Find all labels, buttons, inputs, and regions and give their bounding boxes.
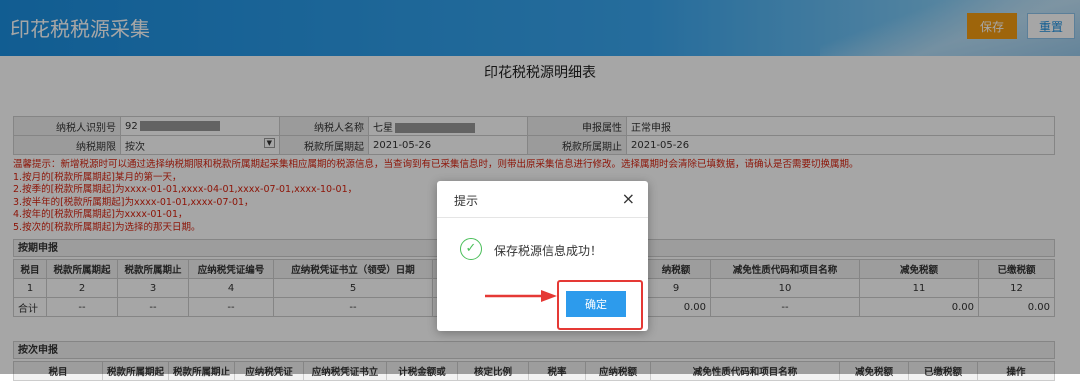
dialog-title: 提示	[454, 194, 479, 208]
success-check-icon: ✓	[460, 238, 482, 260]
highlight-box	[557, 280, 643, 330]
dialog-divider	[437, 217, 648, 218]
dialog-message: 保存税源信息成功！	[494, 244, 603, 258]
pointer-arrow-icon	[485, 290, 557, 302]
close-icon[interactable]: ×	[622, 189, 635, 208]
